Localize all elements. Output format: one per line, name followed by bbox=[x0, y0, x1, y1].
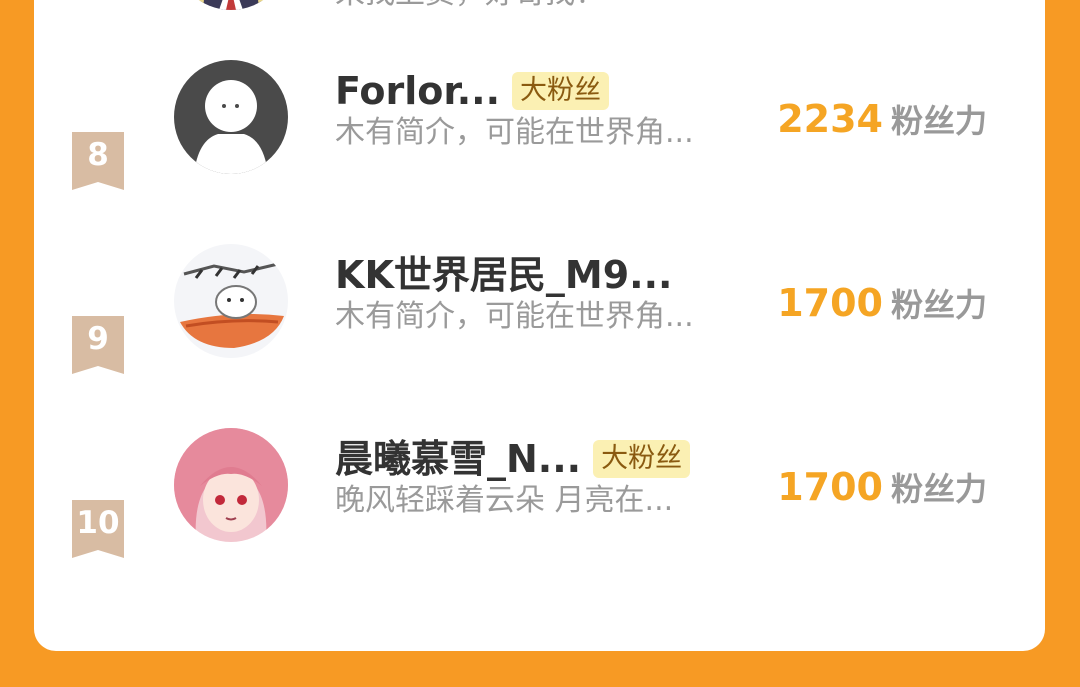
leaderboard-card: 来找上资，好哥找！ 8 Forlor...大粉丝 木有简介，可能在世界角... … bbox=[34, 0, 1045, 651]
username[interactable]: KK世界居民_M9... bbox=[335, 252, 672, 298]
rank-badge: 10 bbox=[72, 500, 124, 558]
rank-badge: 8 bbox=[72, 132, 124, 190]
fan-level-badge: 大粉丝 bbox=[593, 440, 691, 478]
fan-power-value: 1700 bbox=[777, 281, 883, 325]
fan-power-label: 粉丝力 bbox=[890, 470, 987, 508]
user-bio: 木有简介，可能在世界角... bbox=[335, 299, 694, 334]
list-item[interactable]: 10 晨曦慕雪_N... 大粉丝 晚风轻踩着云朵 月亮在... 1700 粉丝力 bbox=[34, 428, 1045, 648]
avatar-rank-7[interactable] bbox=[174, 0, 288, 10]
avatar[interactable] bbox=[174, 428, 288, 542]
fan-power-label: 粉丝力 bbox=[890, 102, 987, 140]
username[interactable]: Forlor... bbox=[335, 68, 500, 114]
fan-power-value: 2234 bbox=[777, 97, 883, 141]
fan-level-badge: 大粉丝 bbox=[512, 72, 610, 110]
avatar[interactable] bbox=[174, 244, 288, 358]
fan-power: 1700 粉丝力 bbox=[777, 465, 987, 517]
user-bio: 木有简介，可能在世界角... bbox=[335, 115, 694, 150]
fan-power-label: 粉丝力 bbox=[890, 286, 987, 324]
username[interactable]: 晨曦慕雪_N... bbox=[335, 436, 581, 482]
fan-power-value: 1700 bbox=[777, 465, 883, 509]
bio-rank-7: 来找上资，好哥找！ bbox=[335, 0, 605, 14]
avatar[interactable] bbox=[174, 60, 288, 174]
fan-power: 1700 粉丝力 bbox=[777, 281, 987, 333]
fan-power: 2234 粉丝力 bbox=[777, 97, 987, 149]
user-bio: 晚风轻踩着云朵 月亮在... bbox=[335, 483, 674, 518]
rank-badge: 9 bbox=[72, 316, 124, 374]
